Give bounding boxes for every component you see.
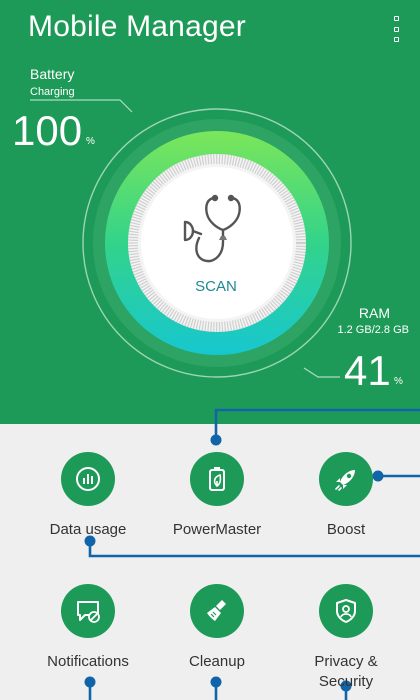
tile-cleanup[interactable]: Cleanup	[152, 584, 282, 672]
battery-leaf-icon	[209, 467, 225, 491]
tile-privacy-security[interactable]: Privacy & Security	[281, 584, 411, 692]
tile-label: PowerMaster	[172, 521, 262, 538]
tile-powermaster[interactable]: PowerMaster	[152, 452, 282, 540]
tile-notifications[interactable]: Notifications	[23, 584, 153, 672]
status-panel: Mobile Manager Battery Charging 100 % RA…	[0, 0, 420, 424]
bar-chart-icon	[76, 467, 100, 491]
message-blocked-icon	[77, 601, 100, 623]
tile-label: Notifications	[47, 653, 129, 670]
tile-label: Cleanup	[189, 653, 245, 670]
tile-label: Privacy & Security	[314, 653, 378, 690]
tile-label: Boost	[326, 521, 366, 538]
stethoscope-icon	[183, 194, 241, 263]
scan-label: SCAN	[195, 278, 237, 295]
user-shield-icon	[336, 599, 356, 623]
scan-button[interactable]: SCAN	[135, 168, 297, 330]
tile-label: Data usage	[49, 521, 127, 538]
tile-data-usage[interactable]: Data usage	[23, 452, 153, 540]
tile-boost[interactable]: Boost	[281, 452, 411, 540]
broom-icon	[207, 600, 226, 621]
rocket-icon	[335, 470, 355, 491]
